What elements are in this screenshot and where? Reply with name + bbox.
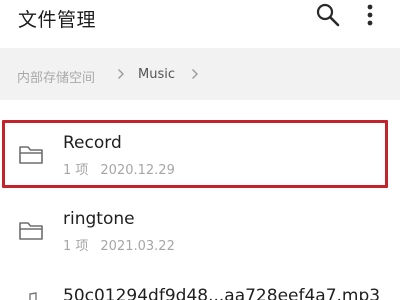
app-header: 文件管理 bbox=[0, 0, 400, 48]
more-vertical-icon bbox=[367, 4, 373, 26]
folder-icon bbox=[19, 222, 43, 240]
more-options-button[interactable] bbox=[360, 1, 380, 29]
chevron-right-icon bbox=[192, 69, 198, 79]
page-title: 文件管理 bbox=[18, 9, 97, 31]
item-count: 1 项 bbox=[63, 239, 89, 254]
list-item-record[interactable]: Record 1 项 2020.12.29 bbox=[0, 118, 400, 194]
search-button[interactable] bbox=[314, 1, 342, 29]
breadcrumb-item-music[interactable]: Music bbox=[138, 67, 175, 82]
item-date: 2021.03.22 bbox=[100, 239, 175, 254]
item-name: Record bbox=[63, 133, 122, 153]
folder-icon bbox=[19, 146, 43, 164]
item-meta: 1 项 2021.03.22 bbox=[63, 235, 175, 254]
search-icon bbox=[316, 3, 340, 27]
breadcrumb-item-internal-storage[interactable]: 内部存储空间 bbox=[17, 67, 95, 86]
list-item-ringtone[interactable]: ringtone 1 项 2021.03.22 bbox=[0, 194, 400, 270]
item-name: ringtone bbox=[63, 209, 135, 229]
item-meta: 1 项 2020.12.29 bbox=[63, 159, 175, 178]
music-file-icon bbox=[29, 292, 37, 300]
item-count: 1 项 bbox=[63, 163, 89, 178]
breadcrumb: 内部存储空间 Music bbox=[0, 48, 400, 100]
chevron-right-icon bbox=[118, 69, 124, 79]
list-item-mp3[interactable]: 50c01294df9d48...aa728eef4a7.mp3 bbox=[0, 270, 400, 300]
item-date: 2020.12.29 bbox=[100, 163, 175, 178]
item-name: 50c01294df9d48...aa728eef4a7.mp3 bbox=[63, 286, 381, 300]
